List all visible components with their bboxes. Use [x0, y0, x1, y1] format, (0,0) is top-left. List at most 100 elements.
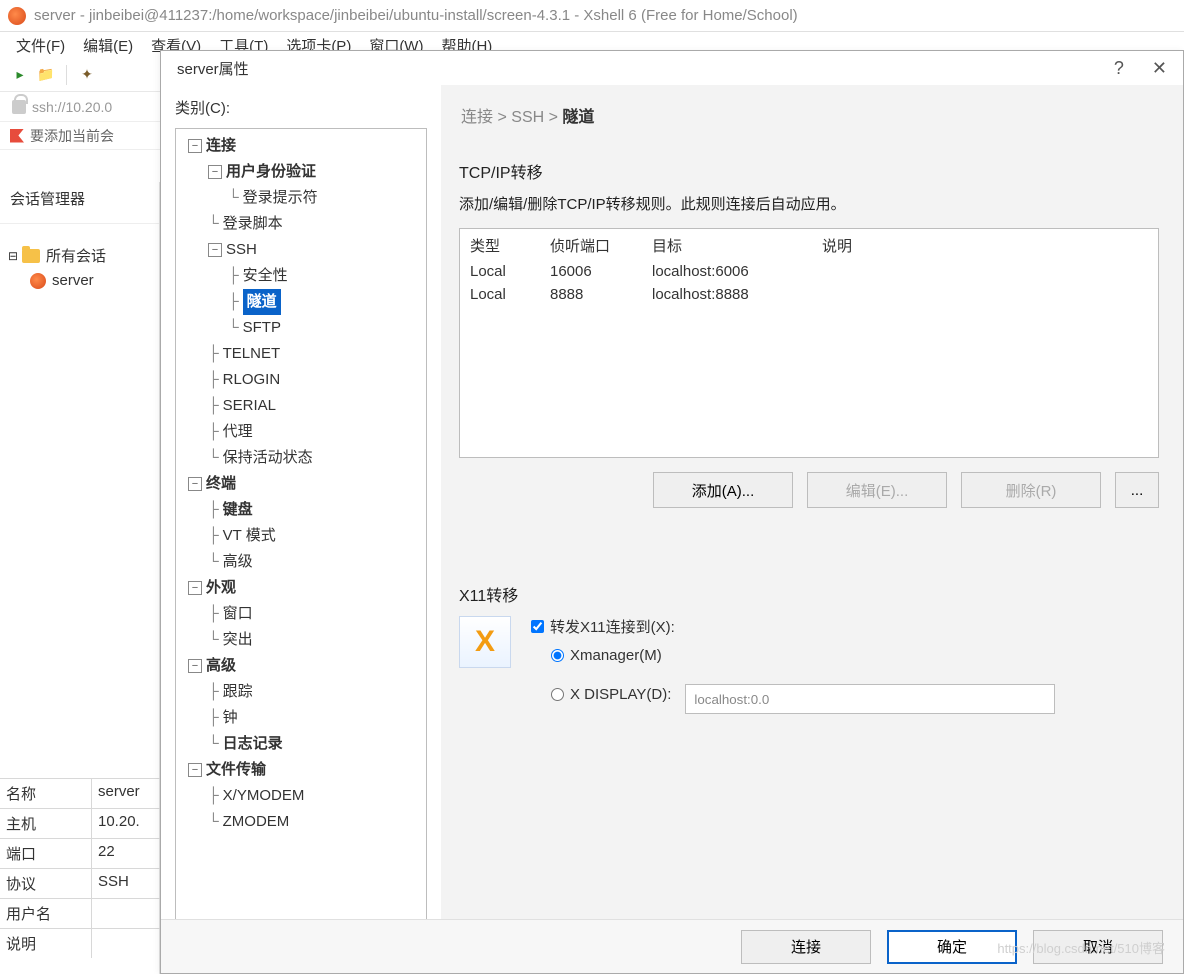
dialog-titlebar: server属性 ? ✕	[161, 51, 1183, 85]
connect-button[interactable]: 连接	[741, 930, 871, 964]
dialog-content: 连接 > SSH > 隧道 TCP/IP转移 添加/编辑/删除TCP/IP转移规…	[441, 85, 1183, 919]
prop-port-val: 22	[92, 839, 160, 868]
col-type: 类型	[470, 235, 550, 256]
category-tree[interactable]: −连接 −用户身份验证 └登录提示符 └登录脚本 −SSH ├安全性 ├隧道 └…	[175, 128, 427, 948]
col-desc: 说明	[822, 235, 1148, 256]
breadcrumb: 连接 > SSH > 隧道	[451, 95, 1167, 135]
xmanager-radio-input[interactable]	[551, 649, 564, 662]
cat-login-prompt[interactable]: 登录提示符	[243, 185, 318, 211]
dialog-close-icon[interactable]: ✕	[1152, 58, 1167, 79]
forwarding-rules-table[interactable]: 类型 侦听端口 目标 说明 Local 16006 localhost:6006…	[459, 228, 1159, 458]
session-item-label: server	[52, 272, 94, 289]
status-text: 要添加当前会	[30, 126, 114, 146]
app-icon	[8, 7, 26, 25]
toolbar-misc-icon[interactable]: ✦	[77, 65, 97, 85]
cat-advanced[interactable]: 高级	[206, 653, 236, 679]
cat-auth[interactable]: 用户身份验证	[226, 159, 316, 185]
cat-window[interactable]: 窗口	[223, 601, 253, 627]
bc-ssh: SSH	[511, 109, 544, 126]
table-header: 类型 侦听端口 目标 说明	[460, 229, 1158, 260]
tree-toggle-icon[interactable]: −	[208, 165, 222, 179]
tcp-group: TCP/IP转移 添加/编辑/删除TCP/IP转移规则。此规则连接后自动应用。 …	[451, 135, 1167, 518]
cat-serial[interactable]: SERIAL	[223, 393, 276, 419]
dialog-help-icon[interactable]: ?	[1114, 58, 1124, 79]
cat-advanced-t[interactable]: 高级	[223, 549, 253, 575]
prop-host-val: 10.20.	[92, 809, 160, 838]
bc-tunnel: 隧道	[562, 109, 594, 126]
prop-user-key: 用户名	[0, 899, 92, 928]
folder-icon	[22, 249, 40, 263]
delete-rule-button[interactable]: 删除(R)	[961, 472, 1101, 508]
table-row[interactable]: Local 8888 localhost:8888	[460, 283, 1158, 306]
tree-toggle-icon[interactable]: −	[188, 139, 202, 153]
ok-button[interactable]: 确定	[887, 930, 1017, 964]
tree-collapse-icon[interactable]: ⊟	[6, 249, 20, 263]
cat-xymodem[interactable]: X/YMODEM	[223, 783, 305, 809]
cat-tunnel[interactable]: 隧道	[243, 289, 281, 315]
prop-desc-key: 说明	[0, 929, 92, 958]
cat-rlogin[interactable]: RLOGIN	[223, 367, 281, 393]
prop-proto-key: 协议	[0, 869, 92, 898]
session-properties-table: 名称server 主机10.20. 端口22 协议SSH 用户名 说明	[0, 778, 160, 958]
cat-proxy[interactable]: 代理	[223, 419, 253, 445]
rule-buttons: 添加(A)... 编辑(E)... 删除(R) ...	[459, 472, 1159, 508]
cat-sftp[interactable]: SFTP	[243, 315, 281, 341]
edit-rule-button[interactable]: 编辑(E)...	[807, 472, 947, 508]
cat-logging[interactable]: 日志记录	[223, 731, 283, 757]
cat-vt[interactable]: VT 模式	[223, 523, 276, 549]
cat-bell[interactable]: 钟	[223, 705, 238, 731]
cat-appearance[interactable]: 外观	[206, 575, 236, 601]
x11-group: X11转移 X 转发X11连接到(X): Xmanager(M)	[451, 558, 1167, 734]
window-title: server - jinbeibei@411237:/home/workspac…	[34, 7, 798, 24]
new-session-icon[interactable]: ▸	[10, 65, 30, 85]
menu-file[interactable]: 文件(F)	[10, 33, 71, 58]
properties-dialog: server属性 ? ✕ 类别(C): −连接 −用户身份验证 └登录提示符 └…	[160, 50, 1184, 974]
prop-proto-val: SSH	[92, 869, 160, 898]
more-rule-button[interactable]: ...	[1115, 472, 1159, 508]
toolbar-separator	[66, 65, 67, 85]
tree-toggle-icon[interactable]: −	[208, 243, 222, 257]
address-url: ssh://10.20.0	[32, 99, 112, 115]
tree-toggle-icon[interactable]: −	[188, 581, 202, 595]
cancel-button[interactable]: 取消	[1033, 930, 1163, 964]
cat-ssh[interactable]: SSH	[226, 237, 257, 263]
cat-filetransfer[interactable]: 文件传输	[206, 757, 266, 783]
category-column: 类别(C): −连接 −用户身份验证 └登录提示符 └登录脚本 −SSH ├安全…	[161, 85, 441, 919]
menu-edit[interactable]: 编辑(E)	[77, 33, 139, 58]
cat-terminal[interactable]: 终端	[206, 471, 236, 497]
tree-toggle-icon[interactable]: −	[188, 659, 202, 673]
flag-icon	[10, 129, 24, 143]
cat-security[interactable]: 安全性	[243, 263, 288, 289]
dialog-title: server属性	[177, 58, 249, 79]
prop-port-key: 端口	[0, 839, 92, 868]
table-row[interactable]: Local 16006 localhost:6006	[460, 260, 1158, 283]
session-tree-root[interactable]: ⊟ 所有会话	[6, 242, 153, 269]
xdisplay-radio-input[interactable]	[551, 688, 564, 701]
cat-login-script[interactable]: 登录脚本	[223, 211, 283, 237]
session-manager-title: 会话管理器	[0, 182, 159, 224]
cat-zmodem[interactable]: ZMODEM	[223, 809, 290, 835]
open-folder-icon[interactable]: 📁	[36, 65, 56, 85]
dialog-footer: 连接 确定 取消	[161, 919, 1183, 973]
tree-toggle-icon[interactable]: −	[188, 763, 202, 777]
cat-keepalive[interactable]: 保持活动状态	[223, 445, 313, 471]
session-tree-item[interactable]: server	[6, 269, 153, 292]
tree-toggle-icon[interactable]: −	[188, 477, 202, 491]
cat-keyboard[interactable]: 键盘	[223, 497, 253, 523]
col-port: 侦听端口	[550, 235, 652, 256]
x11-display-radio[interactable]: X DISPLAY(D):	[551, 686, 671, 703]
cat-connection[interactable]: 连接	[206, 133, 236, 159]
x11-xmanager-radio[interactable]: Xmanager(M)	[551, 647, 662, 664]
prop-desc-val	[92, 929, 160, 958]
col-target: 目标	[652, 235, 822, 256]
cat-trace[interactable]: 跟踪	[223, 679, 253, 705]
cat-telnet[interactable]: TELNET	[223, 341, 281, 367]
lock-icon	[12, 100, 26, 114]
category-label: 类别(C):	[175, 97, 427, 118]
x11-display-input[interactable]	[685, 684, 1055, 714]
cat-highlight[interactable]: 突出	[223, 627, 253, 653]
prop-host-key: 主机	[0, 809, 92, 838]
add-rule-button[interactable]: 添加(A)...	[653, 472, 793, 508]
x11-forward-input[interactable]	[531, 620, 544, 633]
x11-forward-checkbox[interactable]: 转发X11连接到(X):	[531, 616, 1159, 637]
